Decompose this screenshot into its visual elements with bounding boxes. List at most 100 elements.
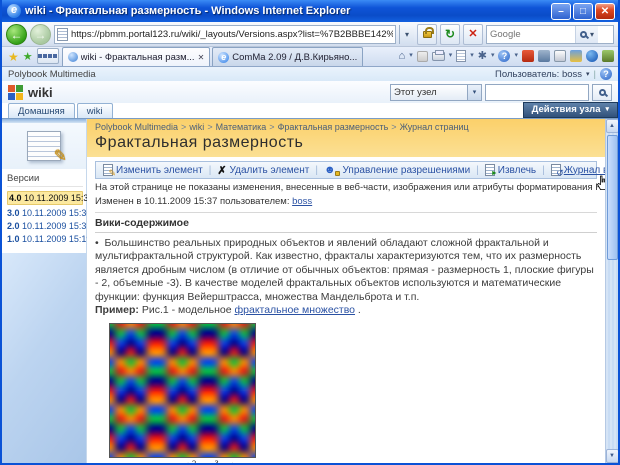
breadcrumb-link[interactable]: Математика [216, 122, 267, 132]
search-scope-value: Этот узел [391, 87, 467, 98]
fractal-set-link[interactable]: фрактальное множество [235, 304, 356, 316]
nav-tab-wiki[interactable]: wiki [77, 103, 113, 118]
quick-tabs-button[interactable] [37, 48, 59, 64]
refresh-button[interactable]: ↻ [440, 24, 460, 45]
version-date[interactable]: 10.11.2009 15:31 [22, 221, 91, 231]
add-favorite-icon[interactable]: ★ [21, 48, 35, 66]
home-dropdown-icon[interactable]: ▾ [409, 48, 413, 64]
portal-help-icon[interactable]: ? [600, 68, 612, 80]
extension-icon-1[interactable] [522, 50, 534, 62]
extension-icon-5[interactable] [602, 50, 614, 62]
tools-dropdown-icon[interactable]: ▾ [491, 48, 495, 64]
address-dropdown-button[interactable]: ▾ [399, 25, 414, 44]
print-dropdown-icon[interactable]: ▾ [449, 48, 453, 64]
site-actions-button[interactable]: Действия узла ▾ [523, 102, 618, 118]
site-search-button[interactable] [592, 84, 612, 101]
rss-feed-icon[interactable] [417, 51, 428, 62]
close-button[interactable]: ✕ [595, 3, 615, 20]
web-search-input[interactable] [487, 29, 575, 40]
sidebar-background [2, 253, 86, 463]
help-icon[interactable]: ? [498, 50, 510, 62]
portal-name[interactable]: Polybook Multimedia [8, 69, 96, 80]
scope-dropdown-icon[interactable]: ▾ [467, 85, 481, 100]
back-button[interactable]: ← [6, 24, 27, 45]
search-go-button[interactable]: ▾ [575, 26, 598, 43]
url-text[interactable]: https://pbmm.portal123.ru/wiki/_layouts/… [71, 29, 393, 40]
extension-icon-2[interactable] [538, 50, 550, 62]
tab-strip: ★ ★ wiki - Фрактальная разм... ✕ e ComMa… [2, 47, 618, 67]
person-icon: ☻ [324, 164, 336, 176]
hand-cursor [596, 175, 605, 194]
tab-comma[interactable]: e ComMa 2.09 / Д.В.Кирьяно... [212, 47, 363, 66]
stop-button[interactable]: ✕ [463, 24, 483, 45]
version-number[interactable]: 4.0 [9, 193, 22, 203]
tools-icon[interactable]: ✱ [478, 48, 487, 64]
version-item[interactable]: 2.0 10.11.2009 15:31 [7, 221, 83, 231]
modified-user-link[interactable]: boss [292, 196, 312, 207]
figure-caption: Ni,j := mod(i2 + j3, 5) [109, 460, 256, 463]
maximize-button[interactable]: □ [573, 3, 593, 20]
manage-permissions-button[interactable]: ☻Управление разрешениями| [321, 164, 482, 176]
site-nav-row: Домашняя wiki Действия узла ▾ [2, 103, 618, 119]
vertical-scrollbar[interactable]: ▲ ▼ [605, 119, 618, 463]
bluetooth-icon[interactable] [586, 50, 598, 62]
version-item[interactable]: 1.0 10.11.2009 15:19 [7, 234, 83, 244]
breadcrumb-link[interactable]: Фрактальная размерность [278, 122, 389, 132]
arrow-icon: ► [491, 169, 498, 178]
search-scope-select[interactable]: Этот узел ▾ [390, 84, 482, 101]
site-search-input[interactable] [485, 84, 589, 101]
home-icon[interactable]: ⌂ [399, 48, 406, 64]
tab-favicon [68, 52, 78, 62]
check-out-icon: ► [485, 164, 495, 176]
page-dropdown-icon[interactable]: ▾ [470, 48, 474, 64]
delete-item-button[interactable]: ✗Удалить элемент| [214, 164, 321, 177]
web-search-box[interactable]: ▾ [486, 25, 614, 44]
security-lock-button[interactable] [417, 24, 437, 45]
example-label: Пример: [95, 304, 139, 316]
page-menu-icon[interactable] [456, 50, 466, 62]
versions-list: Версии 4.0 10.11.2009 15:37 3.0 10.11.20… [2, 169, 86, 253]
version-history-button[interactable]: ↺ Журнал версий| [548, 164, 605, 176]
version-number[interactable]: 2.0 [7, 221, 20, 231]
breadcrumb-link[interactable]: Polybook Multimedia [95, 122, 178, 132]
window-title: wiki - Фрактальная размерность - Windows… [25, 5, 551, 17]
wiki-page-icon: ✎ [27, 131, 61, 161]
check-out-button[interactable]: ►Извлечь| [482, 164, 548, 176]
tab-close-icon[interactable]: ✕ [198, 53, 205, 62]
scroll-down-button[interactable]: ▼ [606, 449, 619, 463]
version-number[interactable]: 3.0 [7, 208, 20, 218]
tab-label[interactable]: ComMa 2.09 / Д.В.Кирьяно... [232, 52, 357, 63]
tab-wiki[interactable]: wiki - Фрактальная разм... ✕ [62, 47, 211, 66]
print-icon[interactable] [432, 52, 445, 61]
version-history-icon: ↺ [551, 164, 561, 176]
tab-label[interactable]: wiki - Фрактальная разм... [81, 52, 195, 63]
breadcrumb-link[interactable]: wiki [189, 122, 204, 132]
extension-icon-4[interactable] [570, 50, 582, 62]
versions-header: Версии [7, 173, 83, 187]
search-icon [580, 31, 587, 38]
user-menu[interactable]: Пользователь: boss [495, 69, 582, 80]
edit-item-button[interactable]: ✎Изменить элемент| [100, 164, 214, 176]
search-dropdown-icon[interactable]: ▾ [590, 30, 594, 39]
version-item[interactable]: 3.0 10.11.2009 15:36 [7, 208, 83, 218]
version-number[interactable]: 1.0 [7, 234, 20, 244]
nav-tab-home[interactable]: Домашняя [8, 103, 75, 118]
help-dropdown-icon[interactable]: ▾ [514, 48, 518, 64]
version-item-current[interactable]: 4.0 10.11.2009 15:37 [7, 191, 83, 205]
site-title[interactable]: wiki [28, 85, 53, 100]
minimize-button[interactable]: – [551, 3, 571, 20]
pencil-icon: ✎ [54, 146, 67, 166]
address-field[interactable]: https://pbmm.portal123.ru/wiki/_layouts/… [54, 25, 396, 44]
favorites-star-icon[interactable]: ★ [6, 48, 21, 66]
extension-icon-3[interactable] [554, 50, 566, 62]
scroll-up-button[interactable]: ▲ [606, 119, 619, 133]
divider [95, 212, 597, 213]
forward-button[interactable]: → [30, 24, 51, 45]
user-dropdown-icon[interactable]: ▾ [586, 70, 590, 78]
scrollbar-thumb[interactable] [607, 135, 618, 260]
version-date[interactable]: 10.11.2009 15:36 [22, 208, 91, 218]
version-date[interactable]: 10.11.2009 15:19 [22, 234, 91, 244]
breadcrumb-separator: > [391, 122, 396, 132]
address-bar-row: ← → https://pbmm.portal123.ru/wiki/_layo… [2, 22, 618, 47]
breadcrumb-separator: > [269, 122, 274, 132]
